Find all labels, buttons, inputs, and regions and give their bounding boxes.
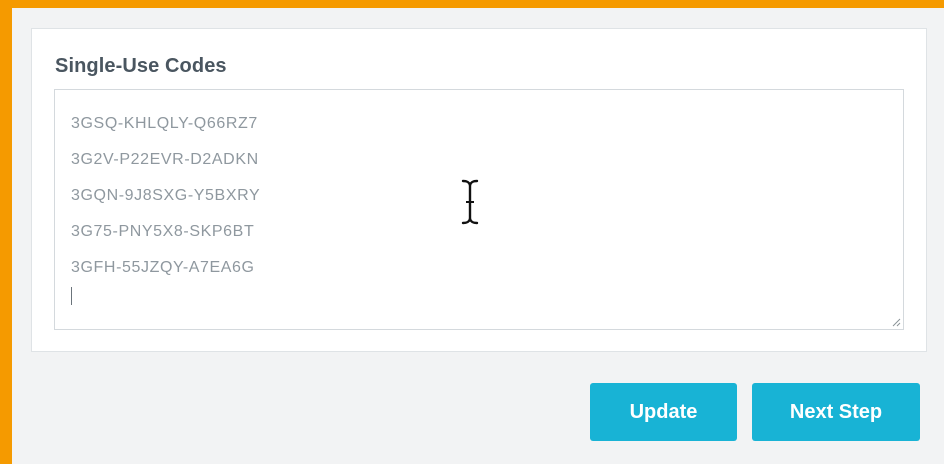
single-use-codes-label: Single-Use Codes <box>55 55 227 77</box>
ibeam-cursor-icon <box>461 179 479 225</box>
update-button[interactable]: Update <box>590 383 737 441</box>
next-step-button[interactable]: Next Step <box>752 383 920 441</box>
highlight-frame-top <box>0 0 944 8</box>
highlight-frame-left <box>0 0 12 464</box>
code-line: 3GSQ-KHLQLY-Q66RZ7 <box>71 115 258 132</box>
code-line: 3GFH-55JZQY-A7EA6G <box>71 259 255 276</box>
code-line: 3G2V-P22EVR-D2ADKN <box>71 151 259 168</box>
code-list: 3GSQ-KHLQLY-Q66RZ7 3G2V-P22EVR-D2ADKN 3G… <box>71 106 260 286</box>
text-caret <box>71 287 72 305</box>
resize-grip-icon[interactable] <box>891 317 901 327</box>
code-line: 3GQN-9J8SXG-Y5BXRY <box>71 187 261 204</box>
code-line: 3G75-PNY5X8-SKP6BT <box>71 223 255 240</box>
